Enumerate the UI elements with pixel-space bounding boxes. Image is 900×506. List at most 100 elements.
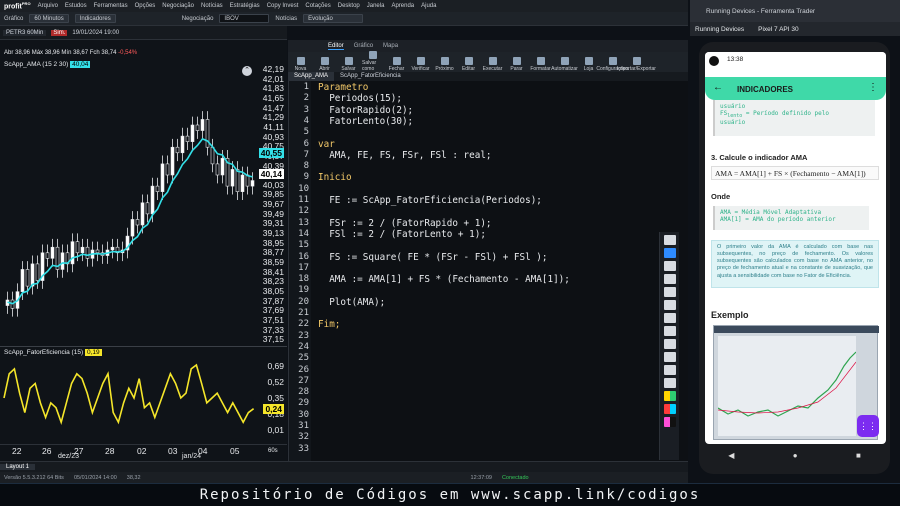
code-line[interactable]: AMA := AMA[1] + FS * (Fechamento - AMA[1… — [318, 274, 570, 285]
price-tick: 37,51 — [262, 314, 284, 325]
cursor-icon[interactable] — [663, 261, 676, 271]
grafico-button[interactable]: Gráfico — [4, 16, 23, 22]
tool-7[interactable]: Editar — [458, 57, 479, 72]
trash-icon[interactable] — [663, 326, 676, 336]
chart-symbol[interactable]: PETR3 60Min — [3, 29, 47, 36]
tool-11[interactable]: Automatizar — [551, 57, 578, 72]
code-editor[interactable]: 1 2 3 4 5 6 7 8 9 10 11 12 13 14 15 16 17 18 19 20 21 22 23 24 2… — [288, 81, 688, 461]
code-line[interactable]: Inicio — [318, 172, 352, 183]
candle — [50, 246, 55, 259]
menu-item-copy-invest[interactable]: Copy Invest — [267, 3, 299, 9]
price-tick: 42,01 — [262, 73, 284, 84]
tab-grafico[interactable]: Gráfico — [354, 43, 373, 49]
layers-icon[interactable] — [663, 378, 676, 388]
indicadores-button[interactable]: Indicadores — [74, 14, 116, 23]
tool-6[interactable]: Próximo — [434, 57, 455, 72]
tool-9[interactable]: Parar — [506, 57, 527, 72]
menu-item-ajuda[interactable]: Ajuda — [421, 3, 436, 9]
layout-tab[interactable]: Layout 1 — [0, 464, 36, 470]
undo-icon[interactable] — [663, 313, 676, 323]
tab-running-devices[interactable]: Running Devices — [695, 26, 744, 33]
pin-icon[interactable] — [663, 365, 676, 375]
menu-item-aprenda[interactable]: Aprenda — [391, 3, 414, 9]
code-line[interactable]: FSr := 2 / (FatorRapido + 1); — [318, 218, 491, 229]
onde-heading: Onde — [711, 192, 731, 201]
menu-item-desktop[interactable]: Desktop — [338, 3, 360, 9]
tool-0[interactable]: Nova — [290, 57, 311, 72]
noticias-button[interactable]: Notícias — [275, 16, 297, 22]
more-vert-icon[interactable]: ⋮ — [868, 82, 878, 93]
code-line[interactable]: Periodos(15); — [318, 93, 402, 104]
negociacao-label[interactable]: Negociação — [182, 16, 214, 22]
code-line[interactable]: Parametro — [318, 82, 368, 93]
nav-home-icon[interactable]: ● — [793, 451, 798, 460]
menu-bar: profitPRO Arquivo Estudos Ferramentas Op… — [0, 0, 688, 12]
tool-14[interactable]: Importar/Exportar — [617, 57, 656, 72]
menu-item-negociacao[interactable]: Negociação — [162, 3, 194, 9]
image-icon[interactable] — [663, 352, 676, 362]
code-line[interactable]: FatorRapido(2); — [318, 105, 413, 116]
menu-item-janela[interactable]: Janela — [367, 3, 385, 9]
code-line[interactable]: Fim; — [318, 319, 340, 330]
tool-3[interactable]: Salvar como — [362, 51, 383, 72]
chart-date: 19/01/2024 19:00 — [72, 29, 120, 36]
file-tab-ama[interactable]: ScApp_AMA — [288, 72, 335, 81]
tool-5[interactable]: Verificar — [410, 57, 431, 72]
price-tick: 39,13 — [262, 228, 284, 239]
menu-item-estudos[interactable]: Estudos — [65, 3, 87, 9]
menu-item-cotacoes[interactable]: Cotações — [305, 3, 330, 9]
sim-badge[interactable]: Sim. — [51, 29, 68, 36]
file-tab-fator[interactable]: ScApp_FatorEficiencia — [334, 72, 407, 81]
tool-4[interactable]: Fechar — [386, 57, 407, 72]
example-chart-image — [713, 325, 879, 440]
code-line[interactable]: Plot(AMA); — [318, 297, 385, 308]
tab-mapa[interactable]: Mapa — [383, 43, 398, 49]
code-line[interactable]: FS := Square( FE * (FSr - FSl) + FSl ); — [318, 252, 547, 263]
code-line[interactable]: FatorLento(30); — [318, 116, 413, 127]
list-icon[interactable] — [663, 339, 676, 349]
price-chart[interactable]: Abr 38,96 Máx 38,96 Mín 38,67 Fch 38,74 … — [0, 40, 287, 346]
pen-icon[interactable] — [663, 235, 676, 245]
price-tick: 38,59 — [262, 257, 284, 267]
code-line[interactable]: var — [318, 139, 335, 150]
menu-item-arquivo[interactable]: Arquivo — [38, 3, 58, 9]
eye-icon[interactable] — [663, 248, 676, 258]
line-number: 17 — [298, 262, 309, 273]
menu-item-estrategias[interactable]: Estratégias — [230, 3, 260, 9]
symbol-input[interactable]: IBOV — [219, 14, 270, 23]
nav-recents-icon[interactable]: ■ — [856, 451, 861, 460]
fe-value-label: 0,24 — [263, 404, 284, 414]
candle — [70, 241, 75, 265]
tool-icon — [392, 57, 401, 65]
menu-item-ferramentas[interactable]: Ferramentas — [94, 3, 128, 9]
tool-10[interactable]: Formatar — [530, 57, 551, 72]
brush-icon[interactable] — [663, 274, 676, 284]
interval-select[interactable]: 60 Minutos — [29, 14, 69, 23]
definition-card: usuário FSlento = Período definido pelo … — [713, 100, 875, 136]
line-number: 7 — [303, 149, 309, 160]
evolucao-select[interactable]: Evolução — [303, 14, 364, 23]
line-number: 26 — [298, 364, 309, 375]
color-swatch-3[interactable] — [663, 417, 676, 427]
efficiency-subchart[interactable]: ScApp_FatorEficiencia (15) 0,19 0,69 0,52… — [0, 346, 287, 444]
fab-button[interactable]: ⋮⋮ — [857, 415, 879, 437]
tag-icon[interactable] — [663, 287, 676, 297]
menu-item-noticias[interactable]: Notícias — [201, 3, 223, 9]
code-line[interactable]: FSl := 2 / (FatorLento + 1); — [318, 229, 486, 240]
tool-1[interactable]: Abrir — [314, 57, 335, 72]
nav-back-icon[interactable]: ◀ — [728, 451, 734, 460]
price-tick: 41,11 — [263, 121, 284, 132]
code-line[interactable]: FE := ScApp_FatorEficiencia(Periodos); — [318, 195, 542, 206]
code-line[interactable]: AMA, FE, FS, FSr, FSl : real; — [318, 150, 491, 161]
candle — [250, 180, 255, 187]
color-swatch-1[interactable] — [663, 391, 676, 401]
tool-8[interactable]: Executar — [482, 57, 503, 72]
color-swatch-2[interactable] — [663, 404, 676, 414]
back-arrow-icon[interactable]: ← — [713, 82, 723, 93]
tool-2[interactable]: Salvar — [338, 57, 359, 72]
menu-item-opcoes[interactable]: Opções — [135, 3, 156, 9]
x-unit[interactable]: 60s — [268, 448, 278, 454]
tab-editor[interactable]: Editor — [328, 43, 344, 50]
ruler-icon[interactable] — [663, 300, 676, 310]
tab-pixel-7[interactable]: Pixel 7 API 30 — [758, 26, 798, 33]
